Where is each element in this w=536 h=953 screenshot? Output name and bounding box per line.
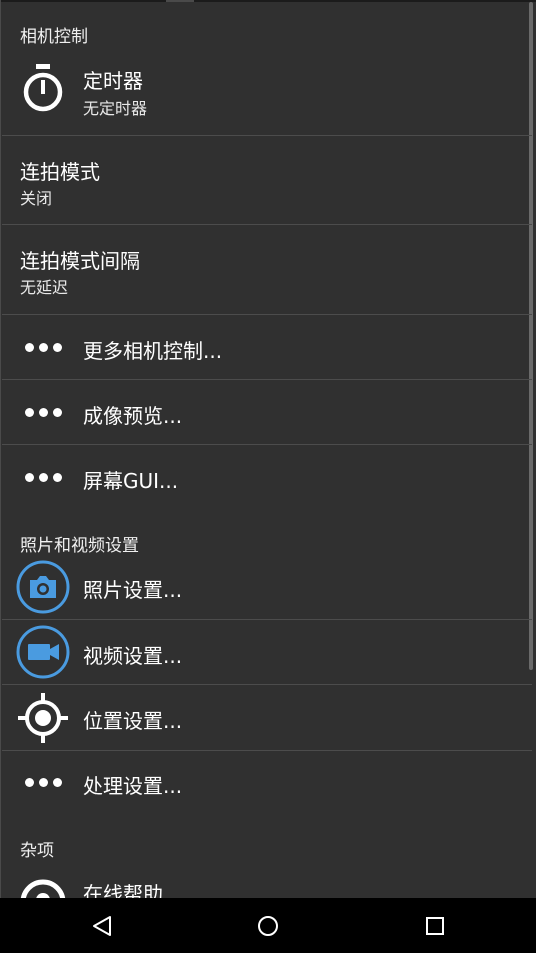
photo-settings-item[interactable]: 照片设置... (1, 554, 531, 619)
burst-mode-title: 连拍模式 (20, 160, 100, 184)
settings-screen: 相机控制 定时器 无定时器 连拍模式 关闭 连拍模式间隔 无延迟 更多相机控制.… (0, 0, 536, 898)
recents-square-icon[interactable] (424, 915, 446, 937)
navigation-bar (0, 898, 536, 953)
photo-settings-title: 照片设置... (83, 578, 183, 602)
more-camera-controls-item[interactable]: 更多相机控制... (1, 315, 531, 379)
section-camera-controls: 相机控制 (20, 27, 88, 47)
timer-icon (23, 64, 63, 112)
burst-interval-setting[interactable]: 连拍模式间隔 无延迟 (1, 225, 531, 314)
video-settings-title: 视频设置... (83, 644, 183, 668)
help-icon (20, 879, 66, 898)
screen-gui-title: 屏幕GUI... (83, 469, 179, 493)
camera-icon (16, 560, 70, 614)
more-camera-controls-title: 更多相机控制... (83, 339, 223, 363)
timer-setting[interactable]: 定时器 无定时器 (1, 47, 531, 135)
online-help-item[interactable]: 在线帮助 (1, 862, 531, 898)
section-photo-video: 照片和视频设置 (20, 536, 139, 556)
location-settings-title: 位置设置... (83, 709, 183, 733)
online-help-title: 在线帮助 (83, 882, 163, 898)
section-misc: 杂项 (20, 841, 54, 861)
more-dots-icon (25, 343, 62, 352)
video-camera-icon (16, 625, 70, 679)
more-dots-icon (25, 473, 62, 482)
home-circle-icon[interactable] (257, 915, 279, 937)
burst-mode-summary: 关闭 (20, 189, 53, 208)
burst-interval-title: 连拍模式间隔 (20, 249, 140, 273)
back-triangle-icon[interactable] (91, 915, 113, 937)
location-settings-item[interactable]: 位置设置... (1, 685, 531, 750)
screen-gui-item[interactable]: 屏幕GUI... (1, 445, 531, 509)
burst-interval-summary: 无延迟 (20, 278, 69, 297)
preview-title: 成像预览... (83, 404, 183, 428)
location-target-icon (18, 693, 68, 743)
more-dots-icon (25, 408, 62, 417)
timer-title: 定时器 (83, 69, 143, 93)
burst-mode-setting[interactable]: 连拍模式 关闭 (1, 136, 531, 224)
processing-settings-item[interactable]: 处理设置... (1, 751, 531, 815)
processing-settings-title: 处理设置... (83, 774, 183, 798)
scroll-notch (166, 0, 194, 2)
timer-summary: 无定时器 (83, 99, 148, 118)
top-edge (1, 0, 536, 2)
more-dots-icon (25, 778, 62, 787)
preview-item[interactable]: 成像预览... (1, 380, 531, 444)
video-settings-item[interactable]: 视频设置... (1, 620, 531, 684)
